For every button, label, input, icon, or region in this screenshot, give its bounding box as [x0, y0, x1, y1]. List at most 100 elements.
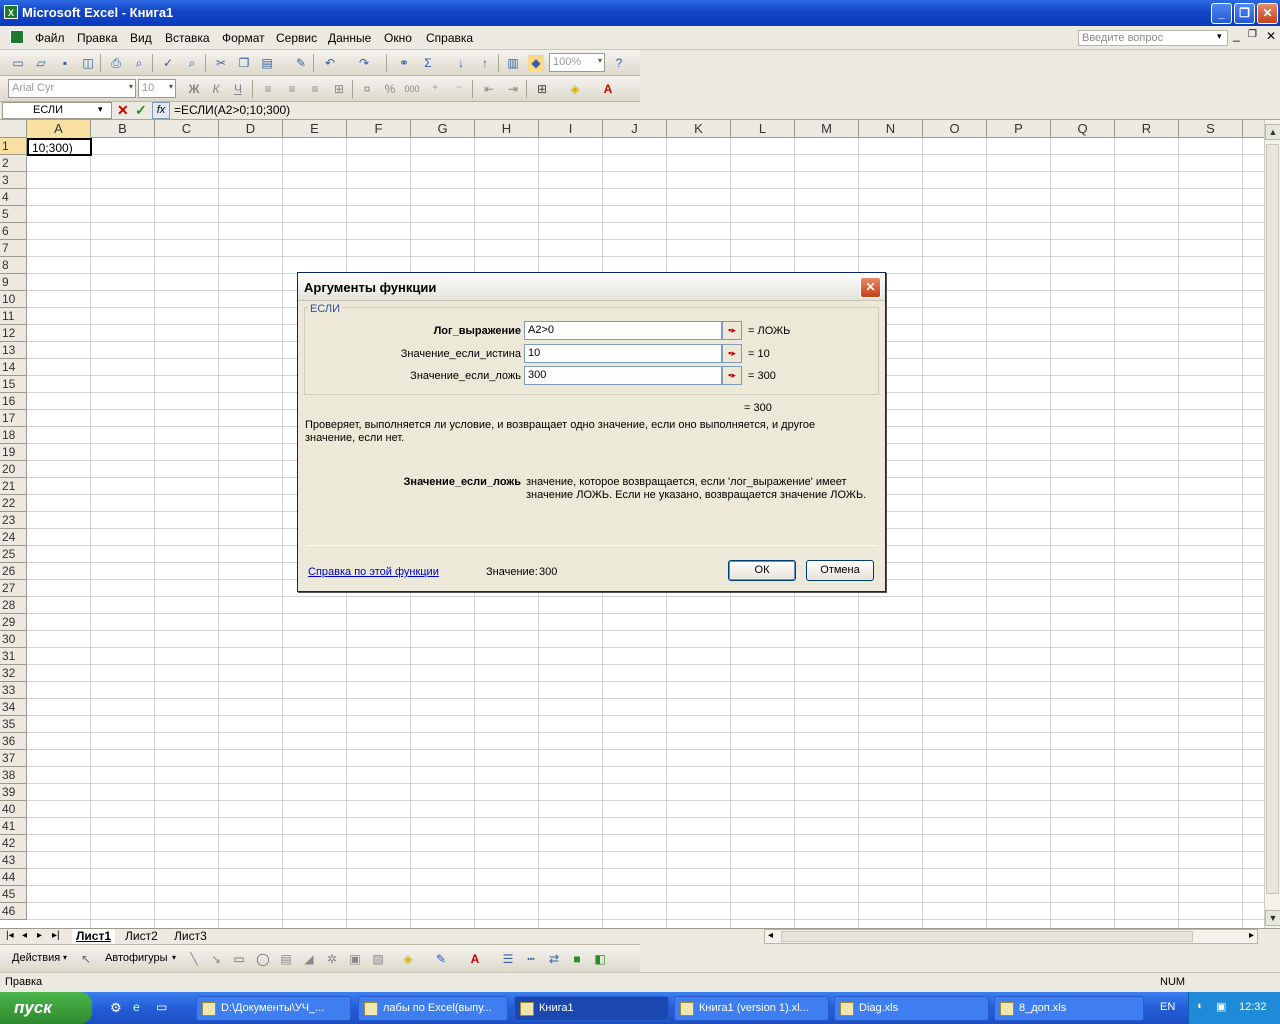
decrease-decimal-icon[interactable]: ⁻	[451, 81, 467, 97]
horizontal-scroll-thumb[interactable]	[781, 931, 1193, 942]
column-header-l[interactable]: L	[731, 120, 795, 138]
horizontal-scrollbar[interactable]: ◂ ▸	[764, 929, 1258, 944]
row-header-34[interactable]: 34	[0, 699, 27, 716]
cancel-button[interactable]: Отмена	[806, 560, 874, 581]
close-button[interactable]: ✕	[1257, 3, 1278, 24]
currency-icon[interactable]: ¤	[359, 81, 375, 97]
research-icon[interactable]: ⌕	[184, 55, 200, 71]
maximize-button[interactable]: ❐	[1234, 3, 1255, 24]
row-header-31[interactable]: 31	[0, 648, 27, 665]
underline-button[interactable]: Ч	[230, 81, 246, 97]
undo-icon[interactable]: ↶	[322, 55, 338, 71]
align-right-icon[interactable]: ≡	[307, 81, 323, 97]
row-header-38[interactable]: 38	[0, 767, 27, 784]
doc-restore-button[interactable]: ❐	[1248, 29, 1257, 40]
clock[interactable]: 12:32	[1239, 1001, 1267, 1013]
shadow-icon[interactable]: ■	[569, 951, 585, 967]
row-header-30[interactable]: 30	[0, 631, 27, 648]
insert-function-button[interactable]: fx	[152, 102, 170, 119]
last-sheet-icon[interactable]: ▸|	[52, 930, 60, 941]
enter-edit-icon[interactable]: ✓	[135, 102, 147, 119]
row-header-26[interactable]: 26	[0, 563, 27, 580]
decrease-indent-icon[interactable]: ⇤	[481, 81, 497, 97]
column-header-b[interactable]: B	[91, 120, 155, 138]
column-header-k[interactable]: K	[667, 120, 731, 138]
row-header-22[interactable]: 22	[0, 495, 27, 512]
autoshapes-dropdown-icon[interactable]: ▾	[172, 953, 176, 962]
vertical-scroll-thumb[interactable]	[1266, 144, 1279, 894]
task-item-diag[interactable]: Diag.xls	[834, 996, 989, 1021]
redo-icon[interactable]: ↷	[356, 55, 372, 71]
menu-help[interactable]: Справка	[426, 31, 473, 45]
print-icon[interactable]: ⎙	[108, 55, 124, 71]
thousands-button[interactable]: 000	[404, 81, 420, 97]
help-icon[interactable]: ?	[611, 55, 627, 71]
open-icon[interactable]: ▱	[33, 55, 49, 71]
clipart-icon[interactable]: ▣	[347, 951, 363, 967]
column-header-c[interactable]: C	[155, 120, 219, 138]
dash-style-icon[interactable]: ┅	[523, 951, 539, 967]
task-item-book1-version[interactable]: Книга1 (version 1).xl...	[674, 996, 829, 1021]
rectangle-icon[interactable]: ▭	[231, 951, 247, 967]
borders-icon[interactable]: ⊞	[534, 81, 550, 97]
doc-minimize-button[interactable]: _	[1233, 28, 1240, 42]
line-icon[interactable]: ╲	[186, 951, 202, 967]
row-header-20[interactable]: 20	[0, 461, 27, 478]
align-center-icon[interactable]: ≡	[284, 81, 300, 97]
arg2-collapse-icon[interactable]: ▪▸	[722, 344, 742, 363]
quicklaunch-icon-1[interactable]: ⚙	[110, 1000, 122, 1016]
row-header-6[interactable]: 6	[0, 223, 27, 240]
menu-tools[interactable]: Сервис	[276, 31, 317, 45]
hyperlink-icon[interactable]: ⚭	[396, 55, 412, 71]
row-header-4[interactable]: 4	[0, 189, 27, 206]
row-header-1[interactable]: 1	[0, 138, 27, 155]
autoshapes-menu[interactable]: Автофигуры	[105, 952, 168, 964]
print-preview-icon[interactable]: ⌕	[131, 55, 147, 71]
first-sheet-icon[interactable]: |◂	[6, 930, 14, 941]
cancel-edit-icon[interactable]: ✕	[117, 102, 129, 119]
menu-view[interactable]: Вид	[130, 31, 152, 45]
column-header-s[interactable]: S	[1179, 120, 1243, 138]
arg3-input[interactable]: 300	[524, 366, 722, 385]
column-header-p[interactable]: P	[987, 120, 1051, 138]
column-header-f[interactable]: F	[347, 120, 411, 138]
column-header-q[interactable]: Q	[1051, 120, 1115, 138]
actions-menu[interactable]: Действия	[12, 952, 60, 964]
tab-sheet1[interactable]: Лист1	[72, 929, 116, 944]
row-header-24[interactable]: 24	[0, 529, 27, 546]
column-header-e[interactable]: E	[283, 120, 347, 138]
task-item-8dop[interactable]: 8_доп.xls	[994, 996, 1144, 1021]
column-header-r[interactable]: R	[1115, 120, 1179, 138]
row-header-39[interactable]: 39	[0, 784, 27, 801]
formula-input[interactable]: =ЕСЛИ(A2>0;10;300)	[174, 103, 290, 117]
menu-data[interactable]: Данные	[328, 31, 371, 45]
row-header-9[interactable]: 9	[0, 274, 27, 291]
minimize-button[interactable]: _	[1211, 3, 1232, 24]
permission-icon[interactable]: ◫	[80, 55, 96, 71]
row-header-10[interactable]: 10	[0, 291, 27, 308]
ie-icon[interactable]: e	[133, 1000, 140, 1014]
bold-button[interactable]: Ж	[186, 81, 202, 97]
column-header-a[interactable]: A	[27, 120, 91, 138]
task-item-book1[interactable]: Книга1	[514, 996, 669, 1021]
cut-icon[interactable]: ✂	[213, 55, 229, 71]
row-header-13[interactable]: 13	[0, 342, 27, 359]
column-header-i[interactable]: I	[539, 120, 603, 138]
row-header-23[interactable]: 23	[0, 512, 27, 529]
font-color-icon[interactable]: A	[600, 81, 616, 97]
arg1-collapse-icon[interactable]: ▪▸	[722, 321, 742, 340]
menu-file[interactable]: Файл	[35, 31, 65, 45]
column-header-h[interactable]: H	[475, 120, 539, 138]
row-header-2[interactable]: 2	[0, 155, 27, 172]
workbook-icon[interactable]	[10, 30, 24, 44]
tab-sheet3[interactable]: Лист3	[170, 929, 211, 944]
scroll-left-icon[interactable]: ◂	[768, 930, 773, 941]
prev-sheet-icon[interactable]: ◂	[22, 930, 27, 941]
sort-asc-icon[interactable]: ↓	[453, 55, 469, 71]
format-painter-icon[interactable]: ✎	[293, 55, 309, 71]
row-header-25[interactable]: 25	[0, 546, 27, 563]
column-header-n[interactable]: N	[859, 120, 923, 138]
column-header-m[interactable]: M	[795, 120, 859, 138]
arg1-input[interactable]: A2>0	[524, 321, 722, 340]
picture-icon[interactable]: ▨	[370, 951, 386, 967]
